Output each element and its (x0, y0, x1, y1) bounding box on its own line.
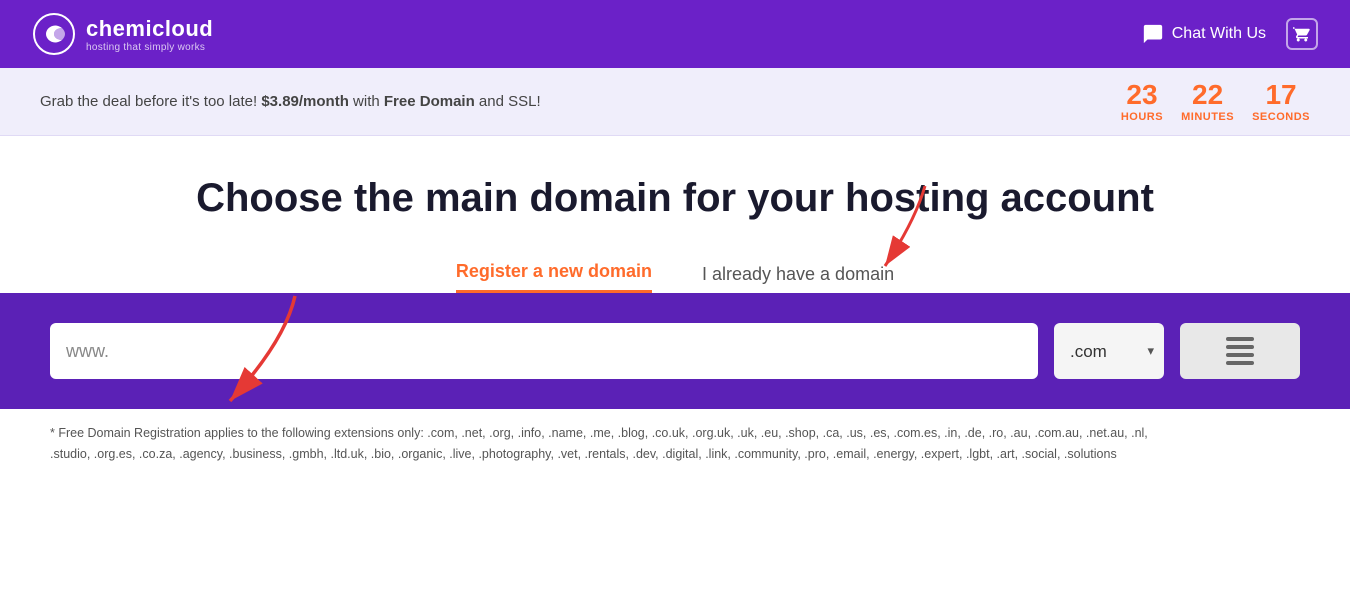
promo-text-after: and SSL! (479, 93, 541, 110)
countdown-hours: 23 HOURS (1121, 81, 1163, 123)
logo-icon (32, 12, 76, 56)
cart-icon (1293, 25, 1311, 43)
free-domain-line1: * Free Domain Registration applies to th… (50, 423, 1300, 444)
minutes-label: MINUTES (1181, 111, 1234, 123)
chat-label: Chat With Us (1172, 25, 1266, 43)
logo-tagline: hosting that simply works (86, 42, 213, 53)
arrow-search-input (175, 291, 305, 426)
chat-icon (1142, 23, 1164, 45)
tld-dropdown[interactable]: .com .net .org .info .co.uk (1054, 323, 1164, 379)
main-content: Choose the main domain for your hosting … (0, 136, 1350, 409)
logo-text: chemicloud hosting that simply works (86, 16, 213, 53)
promo-bar: Grab the deal before it's too late! $3.8… (0, 68, 1350, 136)
countdown: 23 HOURS 22 MINUTES 17 SECONDS (1121, 81, 1310, 123)
tabs-area: Register a new domain I already have a d… (456, 261, 894, 293)
search-bars-icon (1226, 337, 1254, 365)
tld-select-wrapper: .com .net .org .info .co.uk ▾ (1054, 323, 1164, 379)
tab-register-new-domain[interactable]: Register a new domain (456, 261, 652, 293)
chat-button[interactable]: Chat With Us (1142, 23, 1266, 45)
logo-area: chemicloud hosting that simply works (32, 12, 213, 56)
promo-price: $3.89/month (261, 93, 349, 110)
promo-text: Grab the deal before it's too late! $3.8… (40, 93, 541, 110)
seconds-value: 17 (1252, 81, 1310, 109)
tabs-wrapper: Register a new domain I already have a d… (275, 261, 1075, 293)
header-right: Chat With Us (1142, 18, 1318, 50)
header: chemicloud hosting that simply works Cha… (0, 0, 1350, 68)
promo-text-before: Grab the deal before it's too late! (40, 93, 257, 110)
arrow-new-domain (845, 181, 935, 286)
page-title: Choose the main domain for your hosting … (196, 176, 1154, 221)
seconds-label: SECONDS (1252, 111, 1310, 123)
promo-text-middle: with (353, 93, 384, 110)
hours-label: HOURS (1121, 111, 1163, 123)
countdown-seconds: 17 SECONDS (1252, 81, 1310, 123)
promo-free-domain: Free Domain (384, 93, 475, 110)
search-button[interactable] (1180, 323, 1300, 379)
hours-value: 23 (1121, 81, 1163, 109)
countdown-minutes: 22 MINUTES (1181, 81, 1234, 123)
minutes-value: 22 (1181, 81, 1234, 109)
free-domain-line2: .studio, .org.es, .co.za, .agency, .busi… (50, 444, 1300, 465)
logo-name: chemicloud (86, 16, 213, 42)
cart-button[interactable] (1286, 18, 1318, 50)
